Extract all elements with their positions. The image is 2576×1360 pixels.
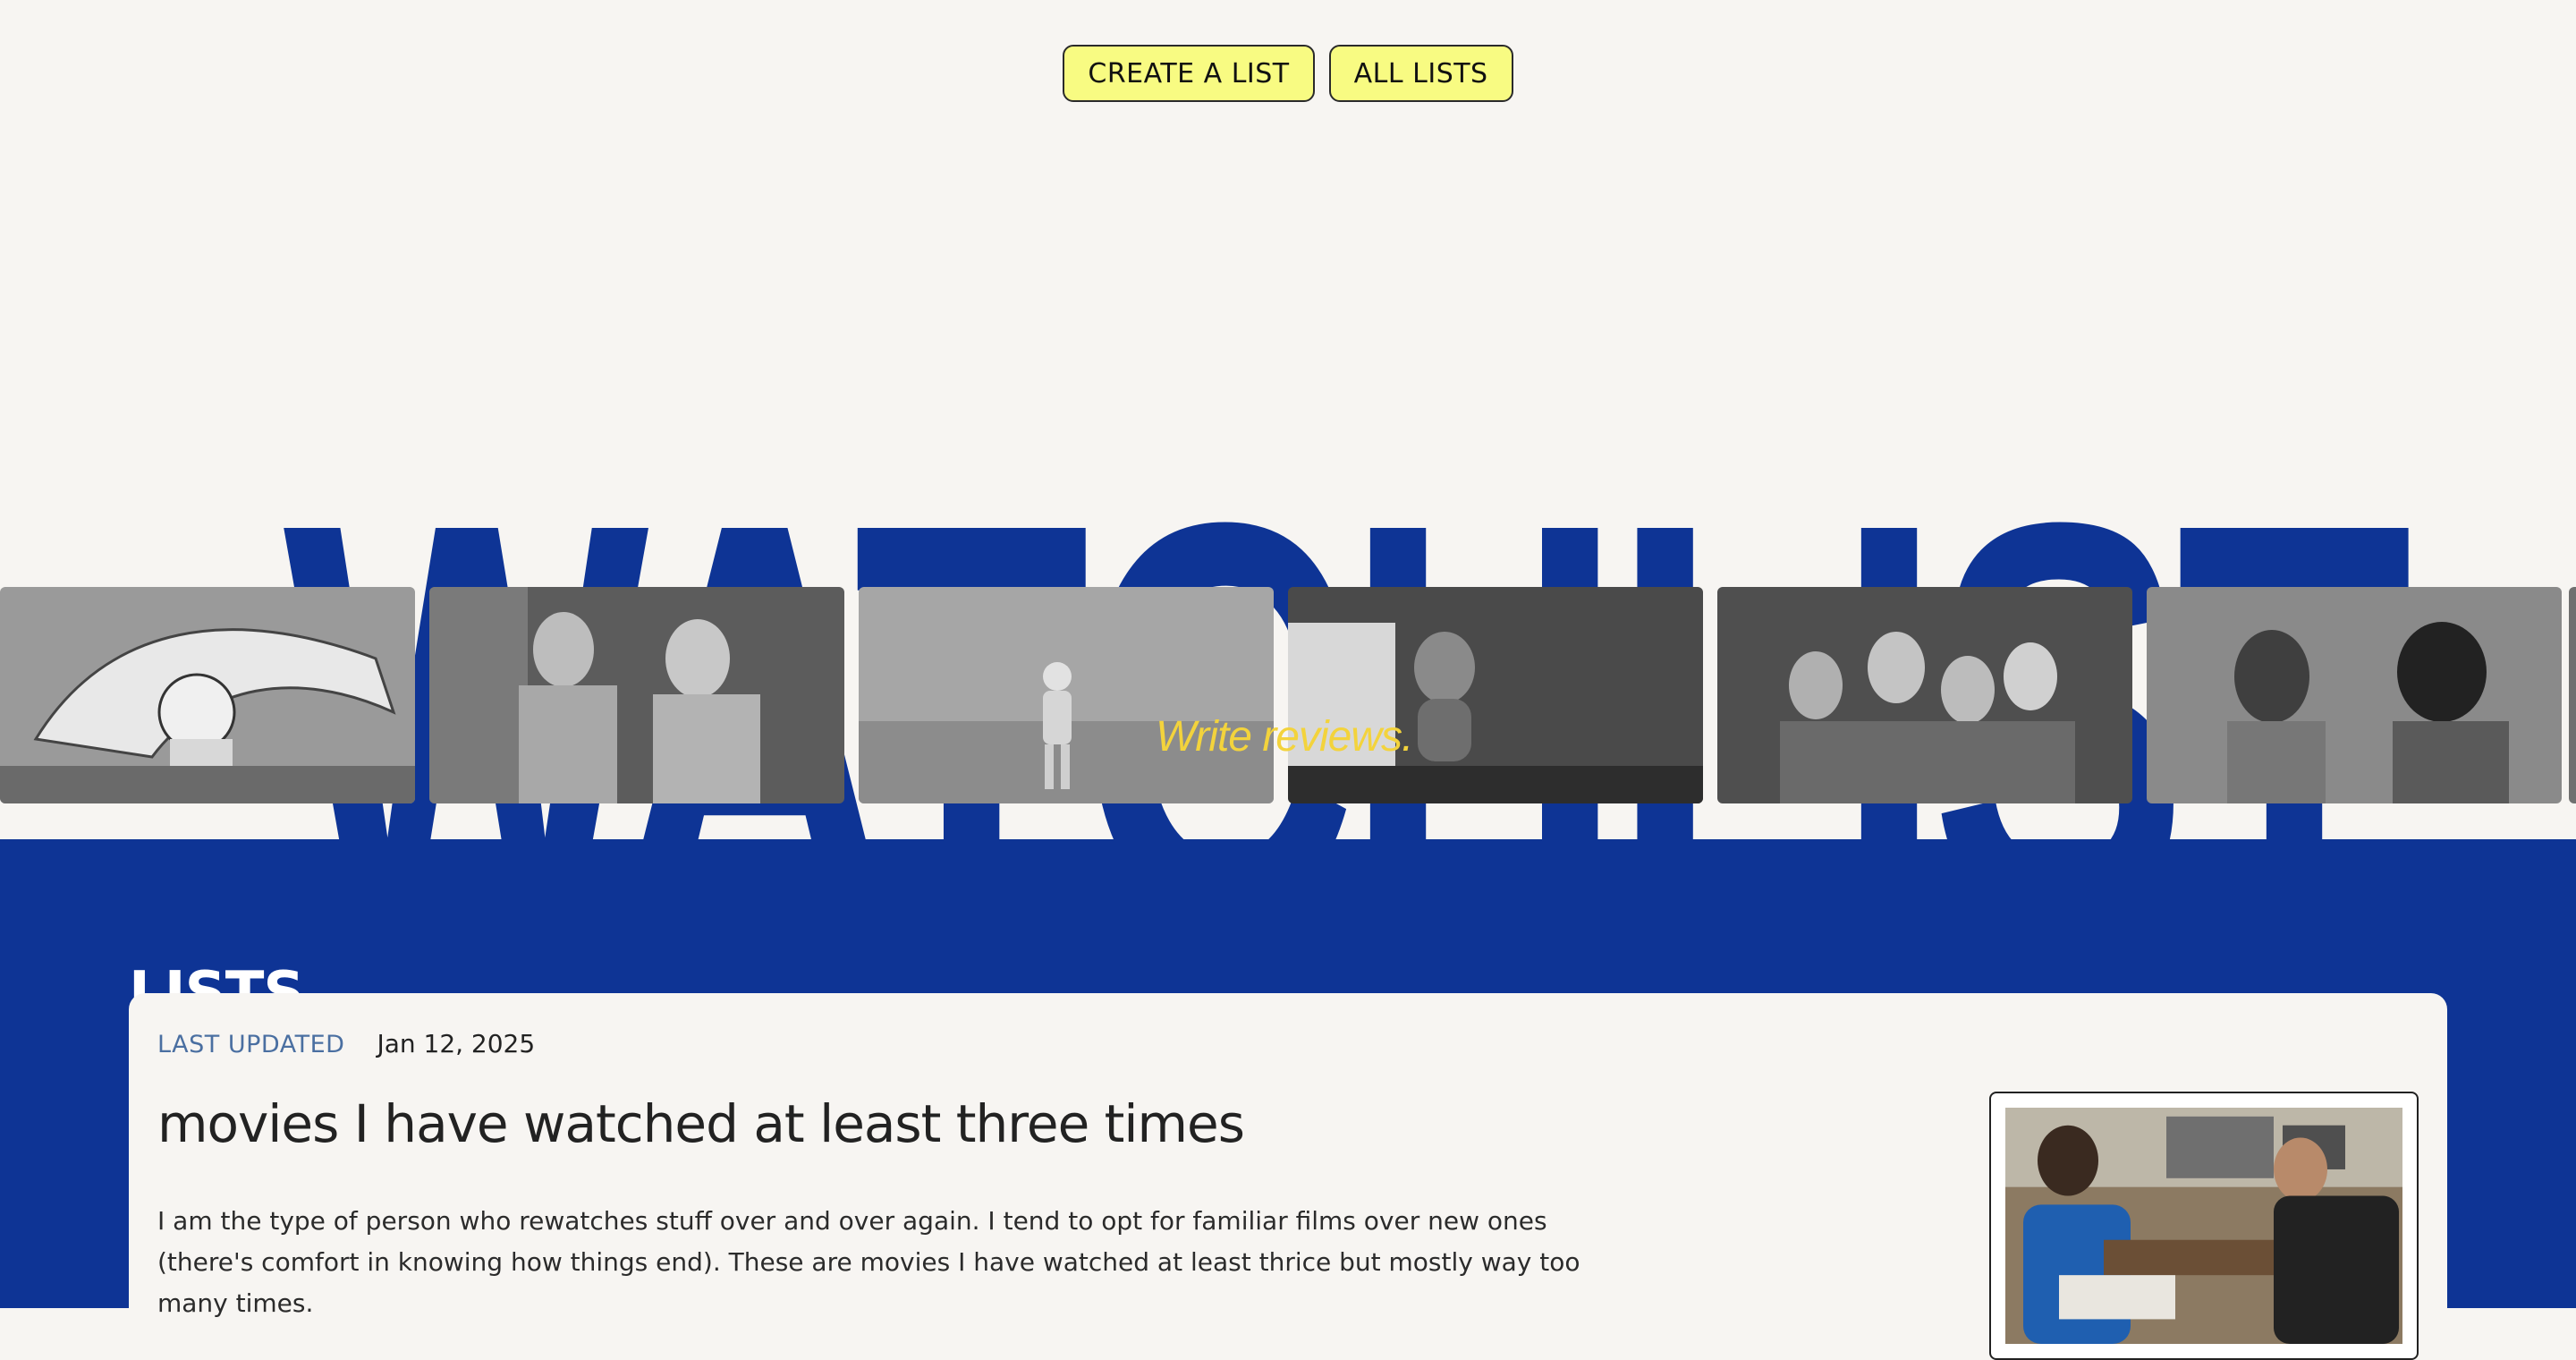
- list-card-thumbnail[interactable]: [1989, 1092, 2419, 1360]
- hero-overlay-text: Write reviews.: [1156, 713, 1413, 761]
- film-still-strip: [0, 587, 2576, 803]
- list-card-description: I am the type of person who rewatches st…: [157, 1206, 1580, 1318]
- list-card-title[interactable]: movies I have watched at least three tim…: [157, 1093, 1245, 1154]
- last-updated-label: LAST UPDATED: [157, 1031, 345, 1058]
- film-still: [859, 587, 1274, 803]
- film-still: [429, 587, 844, 803]
- film-still: [2569, 587, 2576, 803]
- lists-section: LISTS LAST UPDATED Jan 12, 2025 movies I…: [0, 839, 2576, 1360]
- list-card-meta: LAST UPDATED Jan 12, 2025: [157, 1029, 535, 1058]
- film-still: [2147, 587, 2562, 803]
- top-nav: CREATE A LIST ALL LISTS: [0, 45, 2576, 102]
- list-card[interactable]: LAST UPDATED Jan 12, 2025 movies I have …: [129, 993, 2447, 1360]
- film-still: [1717, 587, 2132, 803]
- film-still: [1288, 587, 1703, 803]
- last-updated-date: Jan 12, 2025: [377, 1029, 536, 1058]
- film-still: [0, 587, 415, 803]
- all-lists-button[interactable]: ALL LISTS: [1328, 45, 1513, 102]
- create-list-button[interactable]: CREATE A LIST: [1063, 45, 1315, 102]
